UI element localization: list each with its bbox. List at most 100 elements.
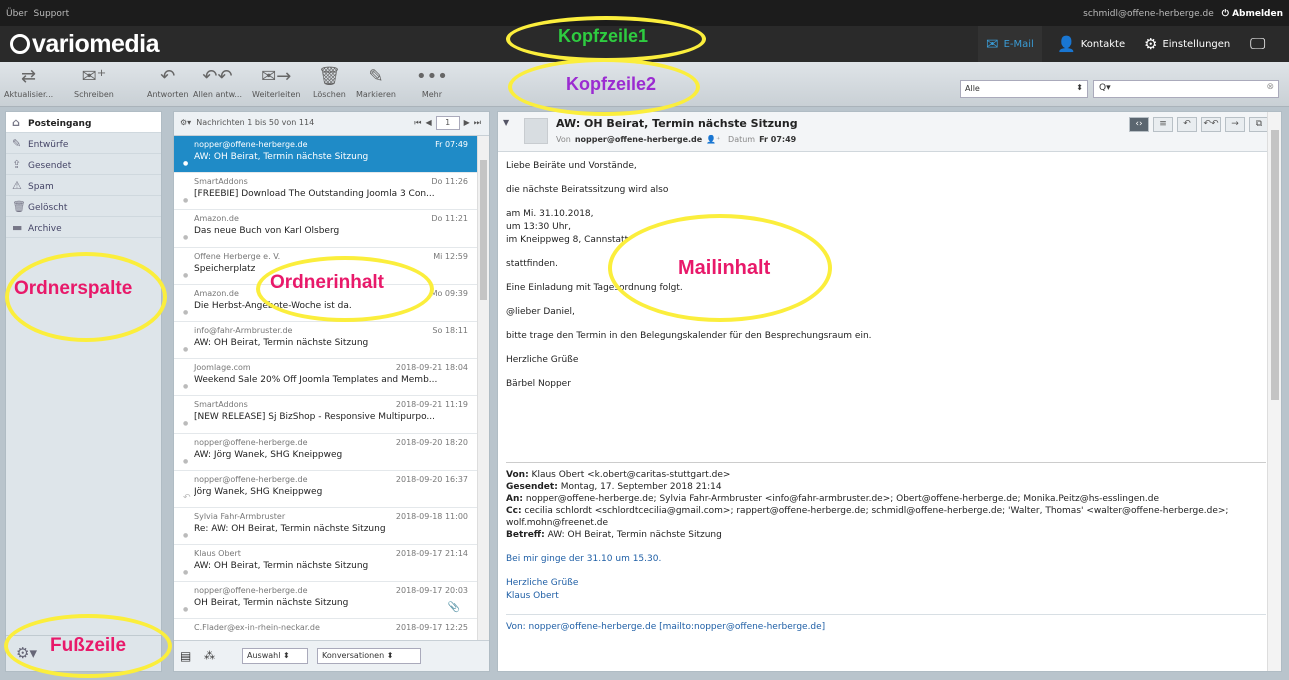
message-date: 2018-09-20 18:20 [395, 437, 468, 447]
threads-dropdown[interactable]: Konversationen ⬍ [317, 648, 421, 664]
logout-link[interactable]: ⏻ Abmelden [1222, 9, 1283, 19]
unread-dot-icon: ● [183, 531, 189, 539]
delete-button[interactable]: 🗑 Löschen [313, 64, 346, 99]
folder-item[interactable]: ⚠ Spam [6, 175, 161, 196]
message-row[interactable]: info@fahr-Armbruster.de So 18:11 AW: OH Be… [174, 322, 478, 360]
message-date: 2018-09-18 11:00 [395, 511, 468, 521]
sent-icon: ⇪ [12, 158, 22, 171]
add-contact-icon[interactable]: 👤⁺ [706, 135, 720, 144]
menu-icon[interactable]: ≡ [1153, 117, 1173, 132]
reply-all-button[interactable]: ↶↶ Allen antw... [193, 64, 242, 99]
mark-button[interactable]: ✎ Markieren [356, 64, 396, 99]
message-row[interactable]: Sylvia Fahr-Armbruster 2018-09-18 11:00 Re… [174, 508, 478, 546]
message-row[interactable]: SmartAddons Do 11:26 [FREEBIE] Download Th… [174, 173, 478, 211]
quote-header: Von: Klaus Obert <k.obert@caritas-stuttg… [506, 470, 1229, 540]
annotation-header2: Kopfzeile2 [566, 74, 657, 94]
envelope-icon: ✉ [986, 35, 999, 53]
folder-item[interactable]: ⌂ Posteingang [6, 112, 161, 133]
forward-icon[interactable]: → [1225, 117, 1245, 132]
reply-icon[interactable]: ↶ [1177, 117, 1197, 132]
message-row[interactable]: nopper@offene-herberge.de Fr 07:49 AW: OH … [174, 136, 478, 174]
search-input[interactable]: Q▾ ⊗ [1093, 80, 1279, 98]
replied-icon: ↶ [183, 492, 191, 503]
unread-dot-icon: ● [183, 308, 189, 316]
message-date: So 18:11 [432, 325, 468, 335]
list-header: ⚙▾ Nachrichten 1 bis 50 von 114 ⏮ ◀ 1 ▶ ⏭ [174, 112, 489, 136]
folder-item[interactable]: ⇪ Gesendet [6, 154, 161, 175]
page-number-input[interactable]: 1 [435, 116, 460, 130]
about-link[interactable]: Über [6, 9, 28, 19]
brand-logo[interactable]: variomedia [10, 30, 160, 59]
message-row[interactable]: Amazon.de Do 11:21 Das neue Buch von Karl … [174, 210, 478, 248]
unread-dot-icon: ● [183, 383, 189, 391]
pencil-icon: ✎ [12, 137, 22, 150]
list-footer: ▤ ⁂ Auswahl ⬍ Konversationen ⬍ [174, 640, 489, 671]
select-arrow-icon: ⬍ [1076, 83, 1083, 92]
mail-scrollbar[interactable] [1267, 112, 1281, 671]
message-subject: OH Beirat, Termin nächste Sitzung [194, 598, 349, 609]
message-date: Mi 12:59 [433, 251, 468, 261]
quote-from-line[interactable]: Von: nopper@offene-herberge.de [mailto:n… [506, 614, 1266, 634]
message-date: Mo 09:39 [430, 288, 468, 298]
select-dropdown[interactable]: Auswahl ⬍ [242, 648, 308, 664]
forward-icon: ✉→ [261, 66, 292, 87]
message-subject: Weekend Sale 20% Off Joomla Templates an… [194, 375, 438, 386]
sender-address[interactable]: nopper@offene-herberge.de [575, 135, 702, 144]
clear-search-icon[interactable]: ⊗ [1266, 82, 1274, 92]
compose-button[interactable]: ✉⁺ Schreiben [74, 64, 114, 99]
message-row[interactable]: Klaus Obert 2018-09-17 21:14 AW: OH Beirat… [174, 545, 478, 583]
unread-dot-icon: ● [183, 160, 189, 167]
more-icon: ••• [416, 66, 448, 87]
monitor-icon[interactable]: 🖵 [1242, 26, 1273, 62]
spam-icon: ⚠ [12, 179, 22, 192]
unread-dot-icon: ● [183, 606, 189, 614]
more-button[interactable]: ••• Mehr [416, 64, 448, 99]
message-row[interactable]: nopper@offene-herberge.de 2018-09-17 20:0… [174, 582, 478, 620]
message-subject: [FREEBIE] Download The Outstanding Jooml… [194, 189, 435, 200]
next-page-icon[interactable]: ▶ [464, 118, 470, 127]
first-page-icon[interactable]: ⏮ [414, 118, 421, 128]
message-row[interactable]: SmartAddons 2018-09-21 11:19 [NEW RELEASE]… [174, 396, 478, 434]
folder-item[interactable]: ✎ Entwürfe [6, 133, 161, 154]
message-row[interactable]: nopper@offene-herberge.de 2018-09-20 16:3… [174, 471, 478, 508]
message-from: nopper@offene-herberge.de [194, 140, 308, 149]
last-page-icon[interactable]: ⏭ [474, 118, 481, 128]
message-subject: AW: OH Beirat, Termin nächste Sitzung [194, 561, 369, 572]
message-date: 2018-09-21 18:04 [395, 363, 468, 373]
refresh-icon: ⇄ [21, 66, 37, 87]
folder-item[interactable]: 🗑 Gelöscht [6, 196, 161, 217]
thread-icon[interactable]: ⁂ [204, 649, 215, 662]
message-subject: Jörg Wanek, SHG Kneippweg [194, 486, 323, 497]
user-email: schmidl@offene-herberge.de [1083, 9, 1214, 19]
nav-mail[interactable]: ✉ E-Mail [978, 26, 1042, 62]
message-list: ⚙▾ Nachrichten 1 bis 50 von 114 ⏮ ◀ 1 ▶ ⏭ no… [173, 111, 490, 672]
mail-body: Liebe Beiräte und Vorstände, die nächste… [506, 160, 1266, 634]
message-date: 2018-09-17 12:25 [395, 623, 468, 633]
message-date: Do 11:26 [431, 177, 468, 187]
attachment-icon: 📎 [447, 602, 460, 614]
nav-settings[interactable]: ⚙ Einstellungen [1136, 26, 1238, 62]
folder-item[interactable]: ▬ Archive [6, 217, 161, 238]
inbox-icon: ⌂ [12, 116, 20, 129]
message-row[interactable]: Joomlage.com 2018-09-21 18:04 Weekend Sale… [174, 359, 478, 397]
list-view-icon[interactable]: ▤ [180, 649, 191, 663]
message-date: 2018-09-20 16:37 [395, 474, 468, 484]
prev-page-icon[interactable]: ◀ [425, 118, 431, 127]
list-scrollbar[interactable] [477, 136, 489, 641]
list-options-icon[interactable]: ⚙▾ [180, 118, 191, 127]
reply-button[interactable]: ↶ Antworten [147, 64, 189, 99]
unread-dot-icon: ● [183, 197, 189, 205]
open-window-icon[interactable]: ⧉ [1249, 117, 1269, 132]
message-row[interactable]: C.Flader@ex-in-rhein-neckar.de 2018-09-17… [174, 619, 478, 641]
forward-button[interactable]: ✉→ Weiterleiten [252, 64, 300, 99]
message-row[interactable]: nopper@offene-herberge.de 2018-09-20 18:2… [174, 434, 478, 471]
unread-dot-icon: ● [183, 234, 189, 242]
refresh-button[interactable]: ⇄ Aktualisier... [4, 64, 53, 99]
collapse-header-icon[interactable]: ▼ [503, 118, 509, 127]
filter-select[interactable]: Alle ⬍ [960, 80, 1088, 98]
nav-contacts[interactable]: 👤 Kontakte [1049, 26, 1133, 62]
reply-icon: ↶ [160, 66, 176, 87]
reply-all-icon[interactable]: ↶↶ [1201, 117, 1221, 132]
source-view-button[interactable]: ‹› [1129, 117, 1149, 132]
support-link[interactable]: Support [34, 9, 70, 19]
